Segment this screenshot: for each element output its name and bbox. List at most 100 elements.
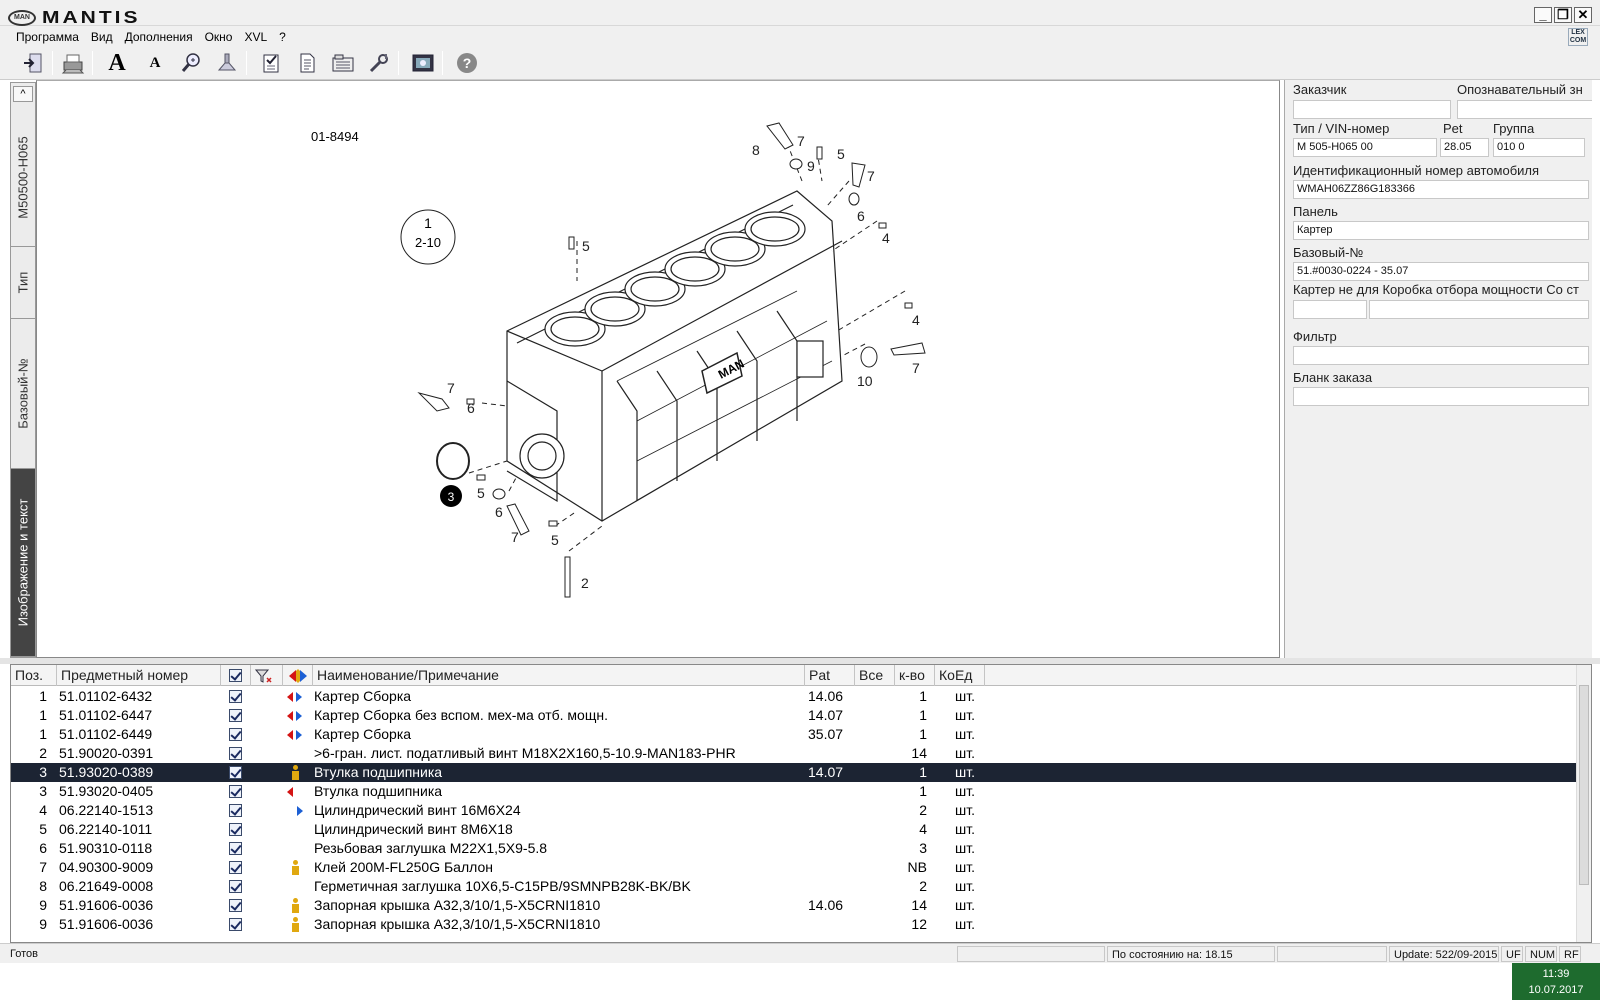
- pet-field[interactable]: 28.05: [1440, 138, 1489, 157]
- filter-field[interactable]: [1293, 346, 1589, 365]
- maximize-button[interactable]: ❐: [1554, 7, 1572, 23]
- tab-model[interactable]: M50500-H065: [11, 109, 35, 247]
- menu-bar: Программа Вид Дополнения Окно XVL ?: [0, 26, 1600, 47]
- taskbar-clock[interactable]: 11:39 10.07.2017: [1512, 963, 1600, 1000]
- table-row[interactable]: 9 51.91606-0036 Запорная крышка A32,3/10/1…: [11, 896, 1577, 915]
- col-pos[interactable]: Поз.: [11, 665, 57, 686]
- base-number-field[interactable]: 51.#0030-0224 - 35.07: [1293, 262, 1589, 281]
- menu-view[interactable]: Вид: [85, 30, 119, 44]
- row-checkbox[interactable]: [229, 690, 242, 703]
- table-row[interactable]: 2 51.90020-0391 >6-гран. лист. податливый…: [11, 744, 1577, 763]
- catalog-icon[interactable]: [330, 50, 356, 76]
- row-checkbox[interactable]: [229, 899, 242, 912]
- panel-field[interactable]: Картер: [1293, 221, 1589, 240]
- svg-text:5: 5: [477, 485, 485, 501]
- description-field-2[interactable]: [1369, 300, 1589, 319]
- checklist-icon[interactable]: [258, 50, 284, 76]
- table-row[interactable]: 8 06.21649-0008 Герметичная заглушка 10X6,…: [11, 877, 1577, 896]
- engine-block: [506, 190, 843, 522]
- svg-text:5: 5: [582, 238, 590, 254]
- row-checkbox[interactable]: [229, 918, 242, 931]
- col-name[interactable]: Наименование/Примечание: [313, 665, 805, 686]
- row-checkbox[interactable]: [229, 861, 242, 874]
- document-icon[interactable]: [294, 50, 320, 76]
- pet-label: Pet: [1443, 121, 1463, 136]
- cell-pat: 14.06: [808, 688, 844, 704]
- col-checked[interactable]: [221, 665, 251, 686]
- close-button[interactable]: ✕: [1574, 7, 1592, 23]
- tools-icon[interactable]: [366, 50, 392, 76]
- vertical-tabs: ^ M50500-H065 Тип Базовый-№ Изображение …: [10, 82, 36, 658]
- group-field[interactable]: 010 0: [1493, 138, 1585, 157]
- table-row[interactable]: 3 51.93020-0389 Втулка подшипника 14.07 1 шт.: [11, 763, 1577, 782]
- menu-extras[interactable]: Дополнения: [119, 30, 199, 44]
- col-part-number[interactable]: Предметный номер: [57, 665, 221, 686]
- cell-name: Втулка подшипника: [314, 783, 443, 799]
- col-all[interactable]: Все: [855, 665, 895, 686]
- font-large-icon[interactable]: A: [104, 50, 130, 76]
- row-checkbox[interactable]: [229, 766, 242, 779]
- scrollbar-thumb[interactable]: [1579, 685, 1589, 885]
- tabs-scroll-up-button[interactable]: ^: [13, 86, 33, 102]
- row-checkbox[interactable]: [229, 804, 242, 817]
- minimize-button[interactable]: _: [1534, 7, 1552, 23]
- cell-qty: 4: [919, 821, 927, 837]
- table-row[interactable]: 1 51.01102-6432 Картер Сборка 14.06 1 шт.: [11, 687, 1577, 706]
- font-small-icon[interactable]: A: [142, 50, 168, 76]
- cell-name: Картер Сборка без вспом. мех-ма отб. мощ…: [314, 707, 608, 723]
- cell-part-number: 06.22140-1011: [59, 821, 153, 837]
- tab-base-number[interactable]: Базовый-№: [11, 319, 35, 469]
- image-panel[interactable]: 01-8494 1 2-10 MAN 3 7 8 9 5 7 6 4 5 4 1…: [36, 80, 1280, 658]
- menu-help[interactable]: ?: [273, 30, 292, 44]
- table-row[interactable]: 6 51.90310-0118 Резьбовая заглушка M22X1,5…: [11, 839, 1577, 858]
- menu-xvl[interactable]: XVL: [238, 30, 273, 44]
- cell-qty: 1: [919, 764, 927, 780]
- col-unit[interactable]: КоЕд: [935, 665, 985, 686]
- description-field-1[interactable]: [1293, 300, 1367, 319]
- table-row[interactable]: 7 04.90300-9009 Клей 200M-FL250G Баллон NB ш…: [11, 858, 1577, 877]
- picture-icon[interactable]: [410, 50, 436, 76]
- zoom-icon[interactable]: [178, 50, 204, 76]
- table-row[interactable]: 9 51.91606-0036 Запорная крышка A32,3/10/1…: [11, 915, 1577, 934]
- ident-label: Опознавательный зн: [1457, 82, 1583, 97]
- order-form-field[interactable]: [1293, 387, 1589, 406]
- menu-program[interactable]: Программа: [10, 30, 85, 44]
- row-checkbox[interactable]: [229, 880, 242, 893]
- help-icon[interactable]: ?: [454, 50, 480, 76]
- col-pat[interactable]: Pat: [805, 665, 855, 686]
- table-row[interactable]: 5 06.22140-1011 Цилиндрический винт 8M6X18…: [11, 820, 1577, 839]
- table-row[interactable]: 1 51.01102-6447 Картер Сборка без вспом. м…: [11, 706, 1577, 725]
- type-vin-field[interactable]: M 505-H065 00: [1293, 138, 1437, 157]
- svg-text:6: 6: [857, 208, 865, 224]
- table-row[interactable]: 4 06.22140-1513 Цилиндрический винт 16M6X2…: [11, 801, 1577, 820]
- col-filter[interactable]: [251, 665, 283, 686]
- cell-unit: шт.: [955, 764, 975, 780]
- row-checkbox[interactable]: [229, 785, 242, 798]
- svg-text:2: 2: [581, 575, 589, 591]
- svg-text:6: 6: [467, 400, 475, 416]
- customer-field[interactable]: [1293, 100, 1451, 119]
- cell-pos: 1: [39, 707, 47, 723]
- tab-image-and-text[interactable]: Изображение и текст: [11, 469, 35, 657]
- flashlight-icon[interactable]: [214, 50, 240, 76]
- arrow-left-icon: [287, 710, 293, 721]
- exit-icon[interactable]: [20, 50, 46, 76]
- ident-field[interactable]: [1457, 100, 1592, 119]
- cell-qty: 1: [919, 688, 927, 704]
- table-scrollbar[interactable]: [1576, 665, 1591, 942]
- table-row[interactable]: 1 51.01102-6449 Картер Сборка 35.07 1 шт.: [11, 725, 1577, 744]
- menu-window[interactable]: Окно: [199, 30, 239, 44]
- col-flags[interactable]: [283, 665, 313, 686]
- cell-qty: 14: [911, 745, 927, 761]
- print-icon[interactable]: [60, 50, 86, 76]
- row-checkbox[interactable]: [229, 842, 242, 855]
- row-checkbox[interactable]: [229, 728, 242, 741]
- row-checkbox[interactable]: [229, 709, 242, 722]
- row-checkbox[interactable]: [229, 823, 242, 836]
- table-row[interactable]: 3 51.93020-0405 Втулка подшипника 1 шт.: [11, 782, 1577, 801]
- row-checkbox[interactable]: [229, 747, 242, 760]
- col-qty[interactable]: к-во: [895, 665, 935, 686]
- filter-icon: [254, 669, 272, 683]
- tab-type[interactable]: Тип: [11, 247, 35, 319]
- vehicle-id-field[interactable]: WMAH06ZZ86G183366: [1293, 180, 1589, 199]
